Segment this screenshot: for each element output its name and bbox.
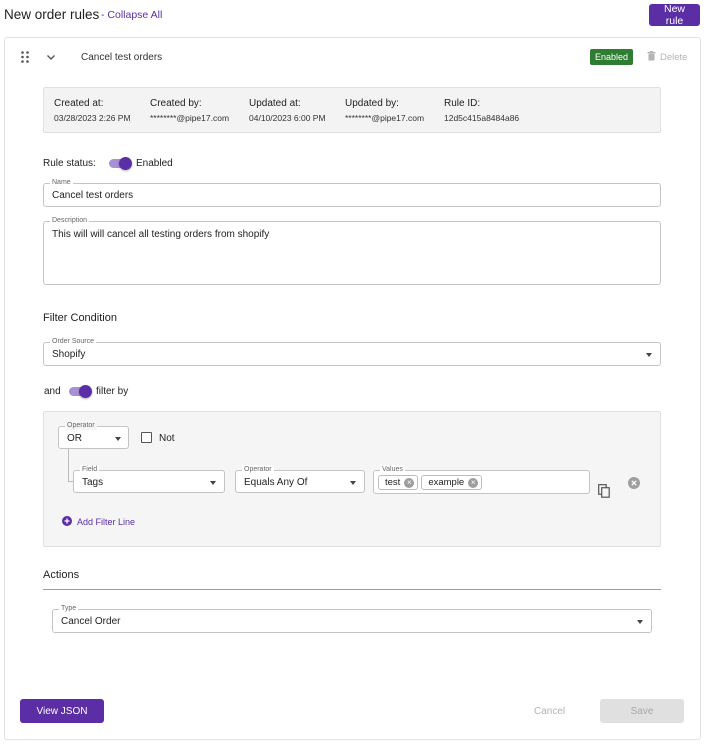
description-field[interactable]: Description This will will cancel all te…: [43, 216, 661, 285]
save-button[interactable]: Save: [600, 699, 684, 723]
value-chip: test ×: [378, 475, 419, 490]
action-type-value: Cancel Order: [61, 616, 121, 627]
collapse-all-link[interactable]: - Collapse All: [101, 9, 162, 21]
rule-status-toggle[interactable]: [108, 156, 132, 170]
values-field-label: Values: [380, 465, 405, 474]
dropdown-caret-icon: [350, 481, 356, 485]
order-source-select[interactable]: Order Source Shopify: [43, 337, 661, 366]
view-json-button[interactable]: View JSON: [20, 699, 104, 723]
page-title: New order rules: [4, 7, 100, 22]
actions-title: Actions: [43, 569, 80, 581]
rule-status-value: Enabled: [136, 158, 173, 169]
name-field[interactable]: Name Cancel test orders: [43, 178, 661, 207]
group-operator-value: OR: [67, 433, 82, 444]
filter-by-label: filter by: [96, 386, 129, 397]
value-chip-label: example: [428, 477, 465, 488]
group-operator-label: Operator: [65, 421, 97, 430]
new-rule-button[interactable]: New rule: [649, 3, 700, 27]
group-operator-select[interactable]: Operator OR: [58, 421, 129, 449]
toggle-knob: [79, 385, 92, 398]
not-checkbox[interactable]: [141, 432, 152, 443]
name-field-label: Name: [50, 178, 73, 187]
rule-meta-box: [43, 87, 661, 133]
rule-status-label: Rule status:: [43, 158, 96, 169]
description-field-value: This will will cancel all testing orders…: [52, 229, 270, 240]
add-filter-line-label: Add Filter Line: [77, 517, 136, 527]
rule-id-value: 12d5c415a8484a86: [444, 113, 520, 123]
field-select-value: Tags: [82, 477, 104, 488]
drag-handle-icon[interactable]: [20, 50, 30, 64]
actions-divider: [43, 589, 661, 590]
field-select[interactable]: Field Tags: [73, 465, 225, 493]
updated-by-value: ********@pipe17.com: [345, 113, 425, 123]
values-field[interactable]: Values test × example ×: [373, 465, 590, 494]
dropdown-caret-icon: [646, 353, 652, 357]
filter-by-toggle[interactable]: [68, 384, 92, 398]
rule-id-label: Rule ID:: [444, 98, 481, 109]
created-at-value: 03/28/2023 2:26 PM: [54, 113, 131, 123]
status-badge: Enabled: [590, 49, 633, 65]
created-by-value: ********@pipe17.com: [150, 113, 230, 123]
description-field-label: Description: [50, 216, 90, 225]
field-select-label: Field: [80, 465, 100, 474]
tree-connector-vertical: [68, 449, 69, 482]
remove-chip-icon[interactable]: ×: [468, 477, 479, 488]
cancel-button[interactable]: Cancel: [528, 699, 570, 723]
add-circle-icon: [62, 516, 72, 528]
created-at-label: Created at:: [54, 98, 104, 109]
name-field-value: Cancel test orders: [52, 190, 134, 201]
trash-icon: [647, 51, 656, 64]
chevron-down-icon[interactable]: [45, 50, 57, 62]
dropdown-caret-icon: [115, 437, 121, 441]
value-chip: example ×: [421, 475, 483, 490]
values-chip-list: test × example ×: [378, 475, 483, 490]
action-type-label: Type: [59, 604, 79, 613]
copy-icon[interactable]: [598, 484, 610, 503]
dropdown-caret-icon: [210, 481, 216, 485]
value-chip-label: test: [385, 477, 401, 488]
operator-select[interactable]: Operator Equals Any Of: [235, 465, 365, 493]
filter-condition-title: Filter Condition: [43, 312, 117, 324]
delete-button[interactable]: Delete: [647, 51, 687, 64]
not-label: Not: [159, 433, 175, 444]
operator-select-label: Operator: [242, 465, 274, 474]
remove-chip-icon[interactable]: ×: [404, 477, 415, 488]
operator-select-value: Equals Any Of: [244, 477, 308, 488]
created-by-label: Created by:: [150, 98, 202, 109]
add-filter-line-button[interactable]: Add Filter Line: [62, 516, 135, 528]
updated-at-value: 04/10/2023 6:00 PM: [249, 113, 326, 123]
updated-by-label: Updated by:: [345, 98, 399, 109]
delete-label: Delete: [660, 52, 688, 63]
and-label: and: [44, 386, 61, 397]
rule-title: Cancel test orders: [81, 52, 163, 63]
remove-circle-icon[interactable]: [628, 476, 640, 494]
dropdown-caret-icon: [637, 620, 643, 624]
order-source-value: Shopify: [52, 349, 86, 360]
order-source-label: Order Source: [50, 337, 97, 346]
action-type-select[interactable]: Type Cancel Order: [52, 604, 652, 633]
updated-at-label: Updated at:: [249, 98, 301, 109]
toggle-knob: [119, 157, 132, 170]
